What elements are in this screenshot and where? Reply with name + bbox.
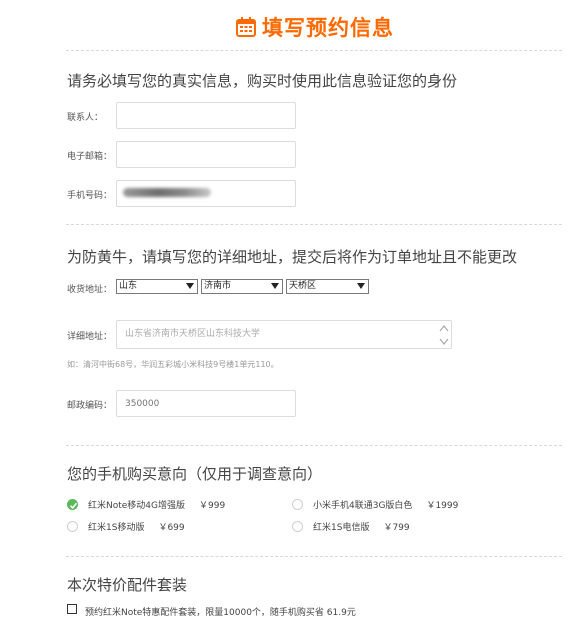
detail-address-hint: 如：清河中街68号，华润五彩城小米科技9号楼1单元110。 <box>67 360 279 369</box>
contact-name-input[interactable] <box>116 102 296 129</box>
accessory-section-heading: 本次特价配件套装 <box>67 576 188 594</box>
zip-label: 邮政编码： <box>67 401 113 411</box>
option-name: 红米1S移动版 <box>88 523 145 533</box>
page-title: 填写预约信息 <box>262 16 394 40</box>
region-label: 收货地址： <box>67 285 113 295</box>
phone-label: 手机号码： <box>67 191 113 201</box>
radio-unchecked[interactable] <box>292 499 303 510</box>
option-price: ￥1999 <box>426 501 459 511</box>
divider <box>66 224 562 225</box>
accessory-item-text: 预约红米Note特惠配件套装，限量10000个，随手机购买省 61.9元 <box>85 608 356 618</box>
intent-option[interactable]: 红米1S电信版 ￥799 <box>292 520 410 533</box>
option-name: 小米手机4联通3G版白色 <box>313 501 413 511</box>
intent-option[interactable]: 小米手机4联通3G版白色 ￥1999 <box>292 498 458 511</box>
check-icon <box>69 502 78 509</box>
address-section-heading: 为防黄牛，请填写您的详细地址，提交后将作为订单地址且不能更改 <box>67 248 518 266</box>
option-name: 红米1S电信版 <box>313 523 370 533</box>
calendar-icon <box>236 17 256 37</box>
divider <box>66 50 562 51</box>
contact-name-label: 联系人： <box>67 113 104 123</box>
title-wrap: 填写预约信息 <box>236 12 394 42</box>
phone-number-redacted <box>123 188 211 197</box>
intent-section-heading: 您的手机购买意向（仅用于调查意向） <box>67 465 323 483</box>
textarea-scroll-arrows-icon[interactable] <box>439 323 449 347</box>
divider <box>66 556 562 557</box>
radio-unchecked[interactable] <box>292 521 303 532</box>
chevron-down-icon <box>357 283 365 289</box>
province-select[interactable]: 山东 <box>116 279 198 294</box>
city-value: 济南市 <box>204 281 232 291</box>
detail-address-label: 详细地址： <box>67 332 113 342</box>
intent-option[interactable]: 红米1S移动版 ￥699 <box>67 520 185 533</box>
district-value: 天桥区 <box>289 281 317 291</box>
chevron-down-icon <box>186 283 194 289</box>
phone-input[interactable] <box>116 180 296 207</box>
intent-option[interactable]: 红米Note移动4G增强版 ￥999 <box>67 498 225 511</box>
option-name: 红米Note移动4G增强版 <box>88 501 186 511</box>
option-price: ￥999 <box>199 501 226 511</box>
accessory-checkbox[interactable] <box>67 604 77 614</box>
option-price: ￥799 <box>383 523 410 533</box>
option-price: ￥699 <box>158 523 185 533</box>
radio-unchecked[interactable] <box>67 521 78 532</box>
detail-address-textarea[interactable]: 山东省济南市天桥区山东科技大学 <box>116 320 452 349</box>
province-value: 山东 <box>119 281 138 291</box>
divider <box>66 445 562 446</box>
page-header: 填写预约信息 <box>0 8 580 42</box>
contact-section-heading: 请务必填写您的真实信息，购买时使用此信息验证您的身份 <box>67 72 458 90</box>
email-input[interactable] <box>116 141 296 168</box>
city-select[interactable]: 济南市 <box>201 279 283 294</box>
detail-address-placeholder: 山东省济南市天桥区山东科技大学 <box>125 329 261 339</box>
chevron-down-icon <box>271 283 279 289</box>
district-select[interactable]: 天桥区 <box>286 279 369 294</box>
email-label: 电子邮箱： <box>67 152 113 162</box>
radio-checked[interactable] <box>67 499 78 510</box>
zip-input[interactable] <box>116 390 296 417</box>
